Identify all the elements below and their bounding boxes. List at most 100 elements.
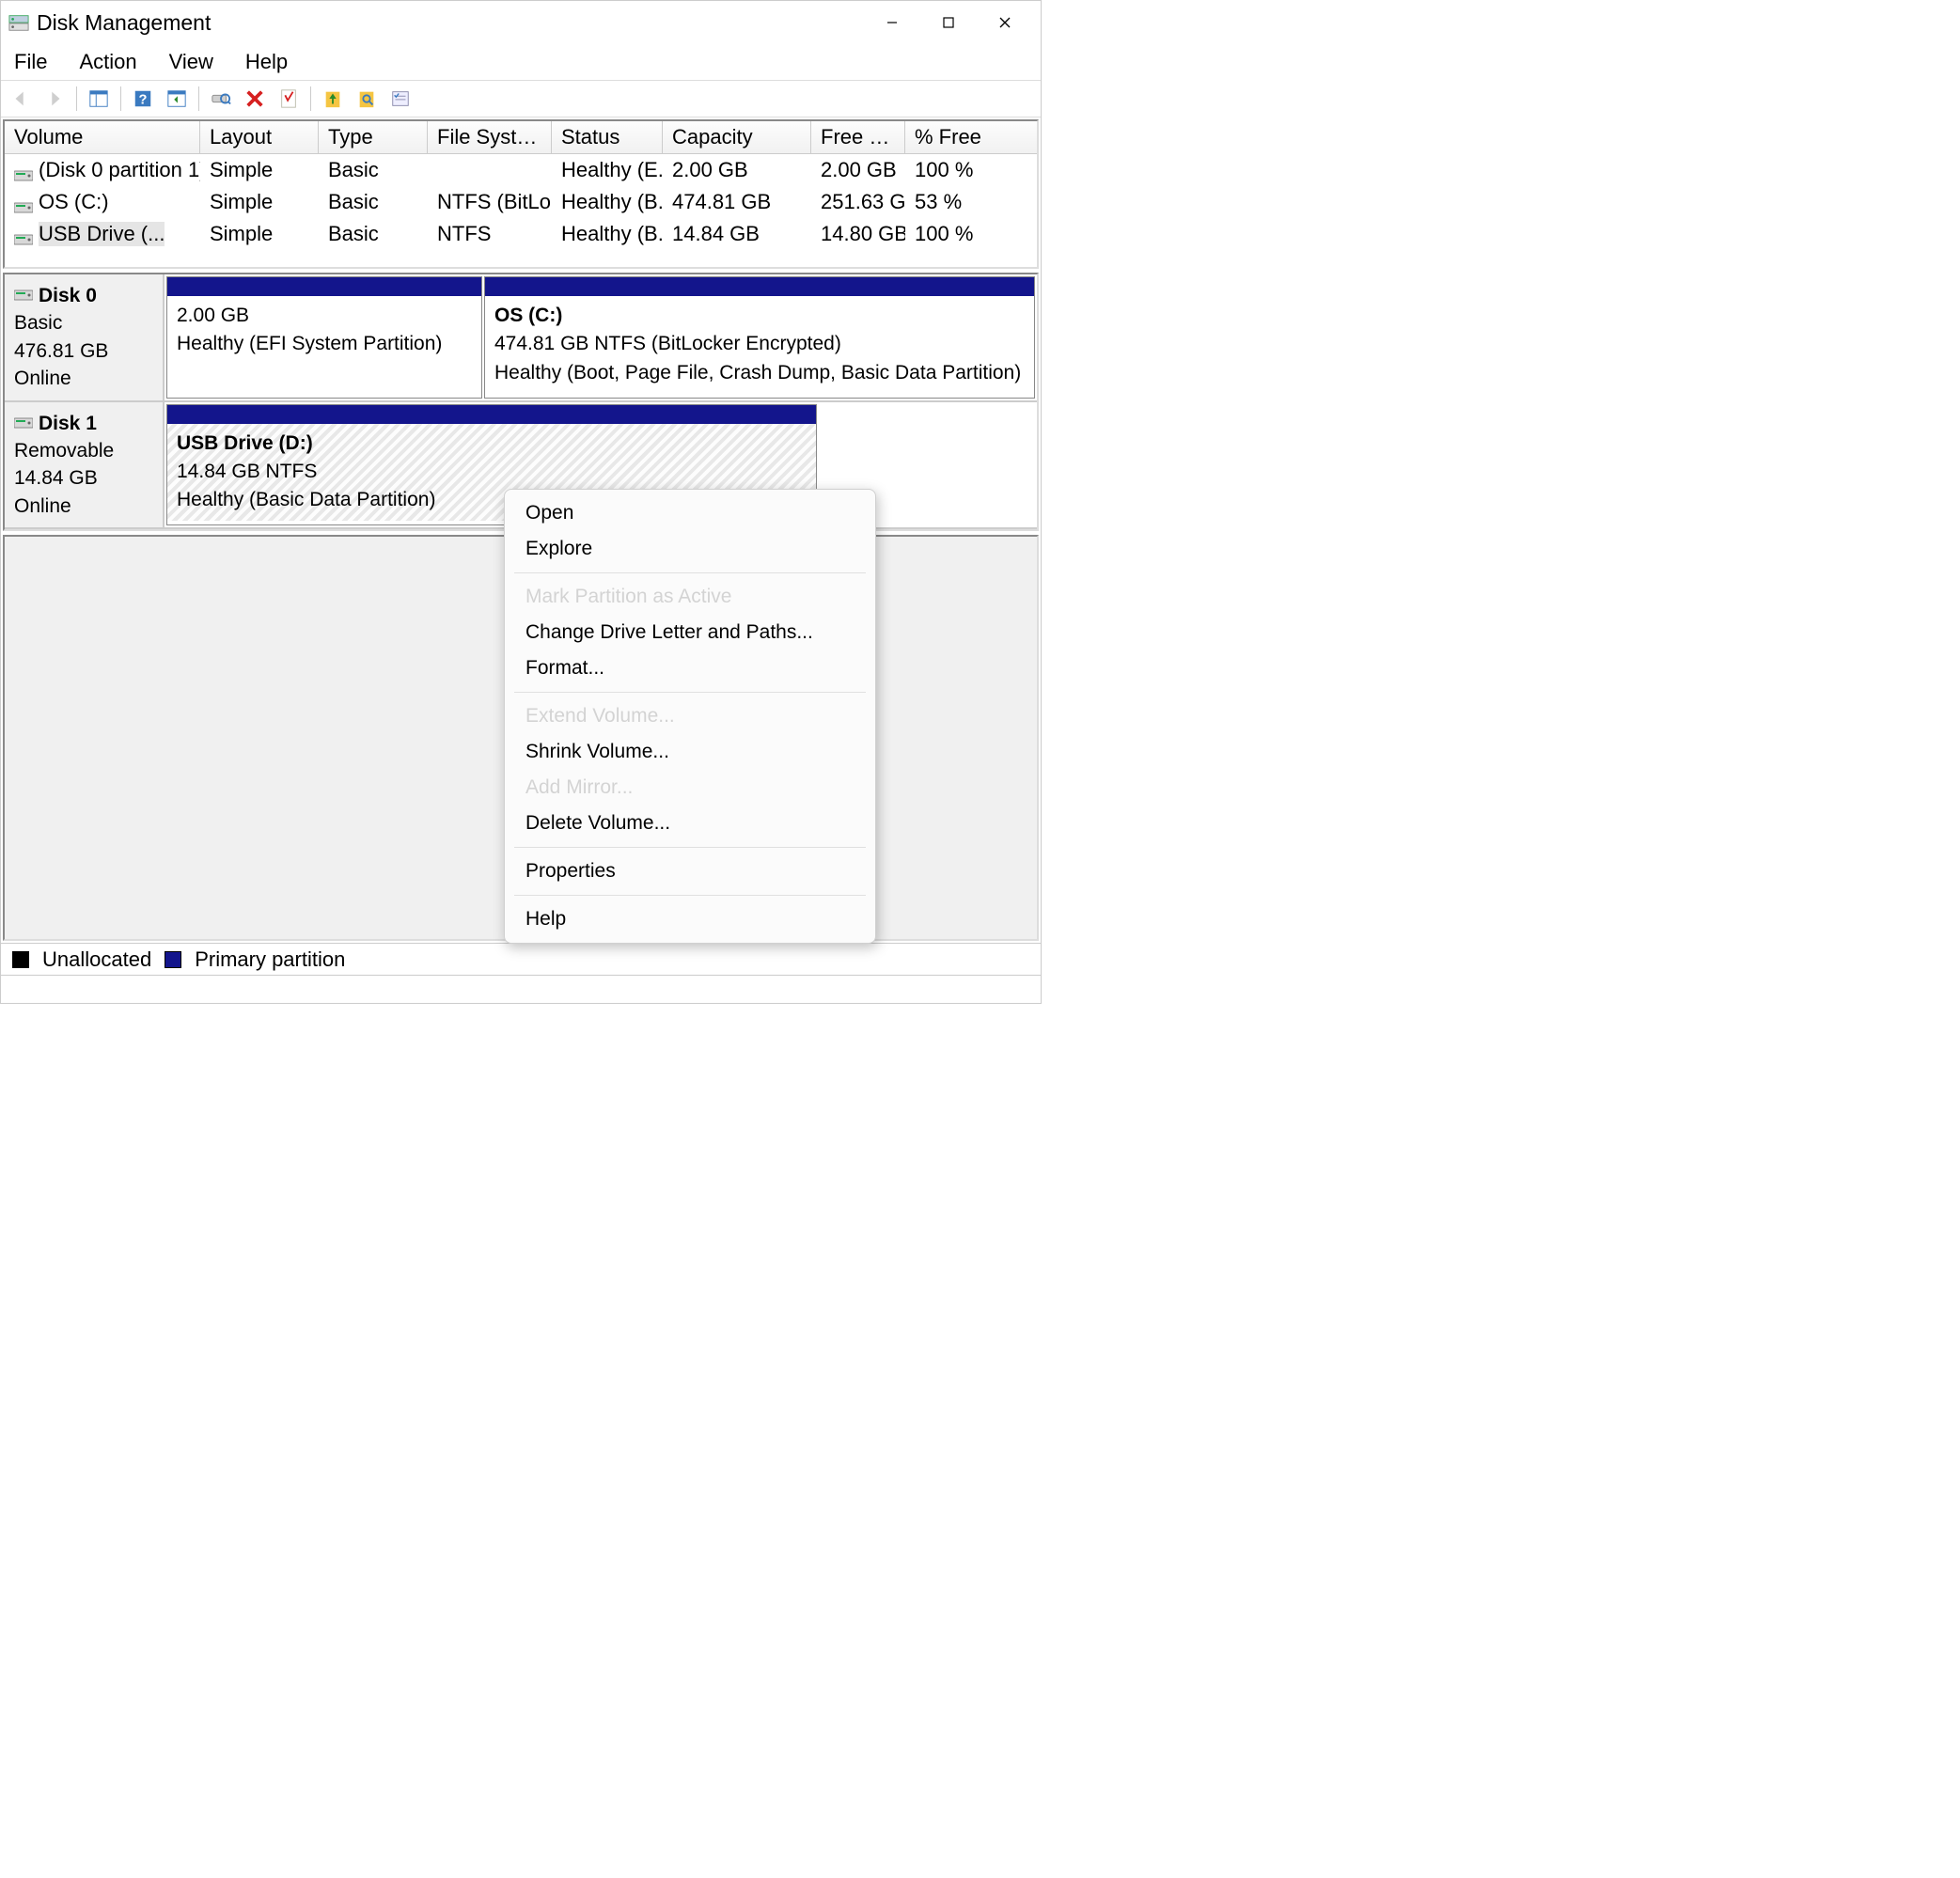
cell-volume: (Disk 0 partition 1): [5, 156, 200, 184]
volume-row[interactable]: (Disk 0 partition 1)SimpleBasic Healthy (…: [5, 154, 1037, 186]
minimize-button[interactable]: [864, 4, 920, 41]
maximize-button[interactable]: [920, 4, 977, 41]
col-capacity[interactable]: Capacity: [663, 121, 811, 153]
app-icon: [8, 12, 29, 33]
cm-extend: Extend Volume...: [505, 698, 875, 734]
col-layout[interactable]: Layout: [200, 121, 319, 153]
cm-explore[interactable]: Explore: [505, 531, 875, 567]
col-status[interactable]: Status: [552, 121, 663, 153]
partition-size: 14.84 GB NTFS: [177, 458, 807, 486]
statusbar: [1, 975, 1041, 1003]
drive-icon: [14, 196, 33, 209]
properties-button[interactable]: [274, 86, 303, 112]
cm-mark-active: Mark Partition as Active: [505, 579, 875, 615]
partition-size: 2.00 GB: [177, 302, 472, 330]
legend-unallocated: Unallocated: [42, 947, 151, 972]
separator-icon: [120, 86, 121, 111]
legend-swatch-unallocated-icon: [12, 951, 29, 968]
show-hide-tree-button[interactable]: [85, 86, 113, 112]
menu-help[interactable]: Help: [240, 48, 293, 76]
disk-type: Removable: [14, 437, 153, 464]
cell-free: 2.00 GB: [811, 156, 905, 184]
disk-management-window: Disk Management File Action View Help ? …: [0, 0, 1042, 1004]
cell-status: Healthy (B...: [552, 220, 663, 248]
cell-layout: Simple: [200, 188, 319, 216]
upload-button[interactable]: [319, 86, 347, 112]
close-button[interactable]: [977, 4, 1033, 41]
settings-button[interactable]: [386, 86, 415, 112]
partition-status: Healthy (EFI System Partition): [177, 330, 472, 358]
col-pct-free[interactable]: % Free: [905, 121, 1018, 153]
menubar: File Action View Help: [1, 44, 1041, 80]
partition[interactable]: 2.00 GBHealthy (EFI System Partition): [166, 276, 482, 399]
cell-type: Basic: [319, 156, 428, 184]
disk-icon: [14, 282, 33, 309]
refresh-button[interactable]: [207, 86, 235, 112]
cell-status: Healthy (B...: [552, 188, 663, 216]
partition-status: Healthy (Boot, Page File, Crash Dump, Ba…: [494, 359, 1025, 387]
disk-state: Online: [14, 365, 153, 392]
col-filesystem[interactable]: File System: [428, 121, 552, 153]
partition-size: 474.81 GB NTFS (BitLocker Encrypted): [494, 330, 1025, 358]
cell-free: 14.80 GB: [811, 220, 905, 248]
volume-row[interactable]: USB Drive (...SimpleBasicNTFSHealthy (B.…: [5, 218, 1037, 250]
separator-icon: [198, 86, 199, 111]
titlebar: Disk Management: [1, 1, 1041, 44]
cm-format[interactable]: Format...: [505, 650, 875, 686]
cm-mirror: Add Mirror...: [505, 770, 875, 806]
delete-button[interactable]: [241, 86, 269, 112]
volume-list: Volume Layout Type File System Status Ca…: [3, 119, 1039, 269]
help-button[interactable]: ?: [129, 86, 157, 112]
partition-color-bar: [167, 405, 816, 424]
disk-icon: [14, 410, 33, 437]
cm-properties[interactable]: Properties: [505, 853, 875, 889]
disk-size: 14.84 GB: [14, 464, 153, 492]
legend-swatch-primary-icon: [165, 951, 181, 968]
cell-pfree: 100 %: [905, 220, 1018, 248]
svg-text:?: ?: [139, 93, 148, 108]
volume-row[interactable]: OS (C:)SimpleBasicNTFS (BitLo...Healthy …: [5, 186, 1037, 218]
forward-button: [40, 86, 69, 112]
disk-info[interactable]: Disk 1Removable14.84 GBOnline: [5, 402, 165, 528]
cm-open[interactable]: Open: [505, 495, 875, 531]
cm-change-letter[interactable]: Change Drive Letter and Paths...: [505, 615, 875, 650]
toolbar: ?: [1, 80, 1041, 117]
menu-action[interactable]: Action: [73, 48, 142, 76]
legend-primary: Primary partition: [195, 947, 345, 972]
context-menu: Open Explore Mark Partition as Active Ch…: [504, 489, 876, 944]
separator-icon: [514, 572, 866, 573]
cell-capacity: 474.81 GB: [663, 188, 811, 216]
cell-free: 251.63 GB: [811, 188, 905, 216]
partition-color-bar: [485, 277, 1034, 296]
cell-layout: Simple: [200, 156, 319, 184]
disk-info[interactable]: Disk 0Basic476.81 GBOnline: [5, 274, 165, 400]
cell-fs: NTFS (BitLo...: [428, 188, 552, 216]
menu-view[interactable]: View: [164, 48, 219, 76]
cell-type: Basic: [319, 188, 428, 216]
separator-icon: [310, 86, 311, 111]
menu-file[interactable]: File: [8, 48, 53, 76]
col-volume[interactable]: Volume: [5, 121, 200, 153]
col-free[interactable]: Free Spa...: [811, 121, 905, 153]
drive-icon: [14, 164, 33, 177]
col-type[interactable]: Type: [319, 121, 428, 153]
action-button[interactable]: [163, 86, 191, 112]
cell-layout: Simple: [200, 220, 319, 248]
separator-icon: [514, 692, 866, 693]
disk-type: Basic: [14, 309, 153, 336]
cell-type: Basic: [319, 220, 428, 248]
search-button[interactable]: [353, 86, 381, 112]
window-title: Disk Management: [37, 10, 211, 36]
cell-capacity: 2.00 GB: [663, 156, 811, 184]
partition[interactable]: OS (C:)474.81 GB NTFS (BitLocker Encrypt…: [484, 276, 1035, 399]
cm-delete[interactable]: Delete Volume...: [505, 806, 875, 841]
cm-shrink[interactable]: Shrink Volume...: [505, 734, 875, 770]
cell-status: Healthy (E...: [552, 156, 663, 184]
cm-help[interactable]: Help: [505, 901, 875, 937]
cell-pfree: 53 %: [905, 188, 1018, 216]
cell-pfree: 100 %: [905, 156, 1018, 184]
partition-color-bar: [167, 277, 481, 296]
disk-row: Disk 0Basic476.81 GBOnline2.00 GBHealthy…: [5, 274, 1037, 402]
cell-capacity: 14.84 GB: [663, 220, 811, 248]
cell-fs: NTFS: [428, 220, 552, 248]
